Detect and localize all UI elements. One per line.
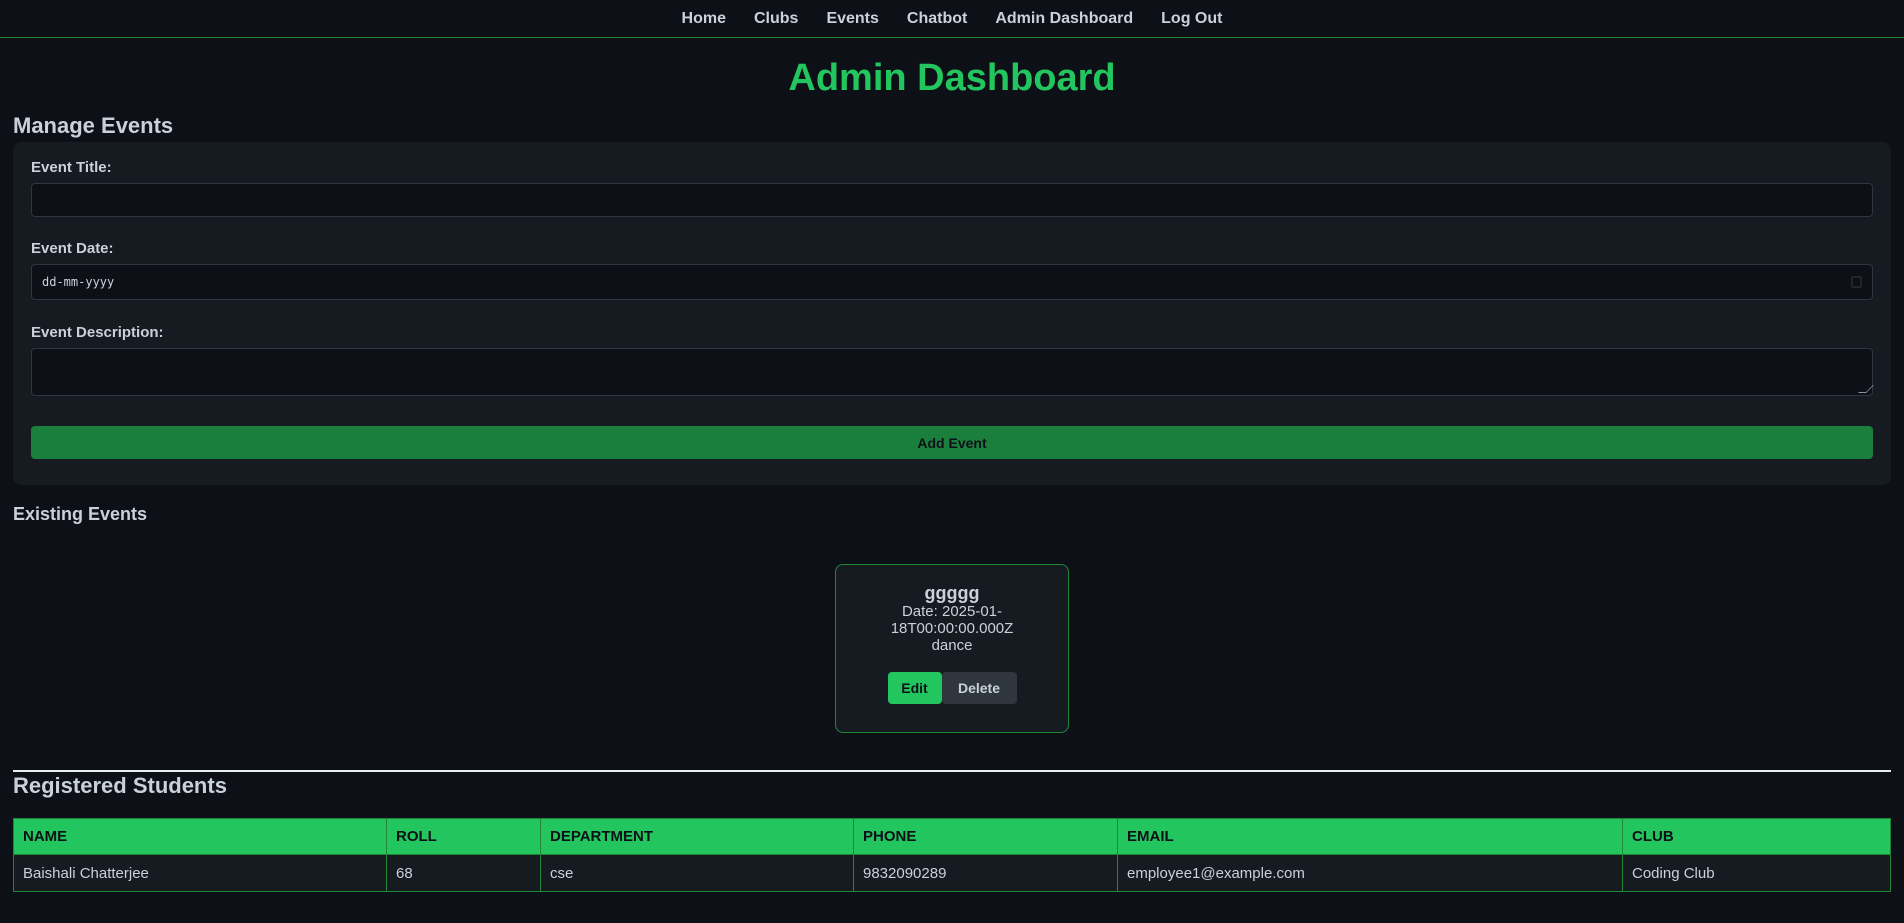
- edit-event-button[interactable]: Edit: [887, 672, 942, 704]
- manage-events-heading: Manage Events: [13, 113, 174, 138]
- add-event-button[interactable]: Add Event: [31, 426, 1873, 459]
- event-card: ggggg Date: 2025-01-18T00:00:00.000Z dan…: [835, 564, 1069, 733]
- event-card-date: Date: 2025-01-18T00:00:00.000Z: [890, 603, 1014, 637]
- event-date-input[interactable]: dd-mm-yyyy: [31, 264, 1873, 300]
- column-header-phone: PHONE: [853, 818, 1118, 855]
- resize-handle-icon[interactable]: [1858, 385, 1874, 393]
- existing-events-heading: Existing Events: [13, 504, 148, 524]
- cell-club: Coding Club: [1622, 854, 1891, 892]
- cell-department: cse: [540, 854, 854, 892]
- column-header-department: DEPARTMENT: [540, 818, 854, 855]
- event-date-placeholder: dd-mm-yyyy: [42, 275, 115, 289]
- cell-name: Baishali Chatterjee: [13, 854, 387, 892]
- column-header-email: EMAIL: [1117, 818, 1623, 855]
- calendar-icon[interactable]: [1851, 276, 1862, 288]
- column-header-roll: ROLL: [386, 818, 541, 855]
- registered-students-heading: Registered Students: [13, 773, 227, 798]
- cell-email: employee1@example.com: [1117, 854, 1623, 892]
- nav-admin-dashboard[interactable]: Admin Dashboard: [995, 10, 1133, 28]
- nav-home[interactable]: Home: [682, 10, 726, 28]
- event-date-label: Event Date:: [31, 240, 114, 257]
- event-form: Event Title: Event Date: dd-mm-yyyy Even…: [13, 142, 1891, 485]
- cell-phone: 9832090289: [853, 854, 1118, 892]
- column-header-name: NAME: [13, 818, 387, 855]
- students-table: NAME ROLL DEPARTMENT PHONE EMAIL CLUB Ba…: [13, 818, 1891, 892]
- cell-roll: 68: [386, 854, 541, 892]
- event-card-title: ggggg: [924, 583, 980, 603]
- event-title-label: Event Title:: [31, 159, 112, 176]
- nav-events[interactable]: Events: [826, 10, 878, 28]
- navbar: Home Clubs Events Chatbot Admin Dashboar…: [0, 0, 1904, 38]
- table-header-row: NAME ROLL DEPARTMENT PHONE EMAIL CLUB: [13, 818, 1891, 855]
- nav-chatbot[interactable]: Chatbot: [907, 10, 967, 28]
- event-card-actions: Edit Delete: [836, 672, 1068, 704]
- page-title: Admin Dashboard: [788, 57, 1116, 99]
- column-header-club: CLUB: [1622, 818, 1891, 855]
- event-card-description: dance: [931, 637, 973, 654]
- event-description-input[interactable]: [31, 348, 1874, 396]
- delete-event-button[interactable]: Delete: [941, 672, 1017, 704]
- nav-log-out[interactable]: Log Out: [1161, 10, 1222, 28]
- event-description-label: Event Description:: [31, 324, 164, 341]
- event-title-input[interactable]: [31, 183, 1873, 217]
- table-row: Baishali Chatterjee 68 cse 9832090289 em…: [13, 854, 1891, 892]
- events-list: ggggg Date: 2025-01-18T00:00:00.000Z dan…: [0, 564, 1904, 733]
- nav-clubs[interactable]: Clubs: [754, 10, 798, 28]
